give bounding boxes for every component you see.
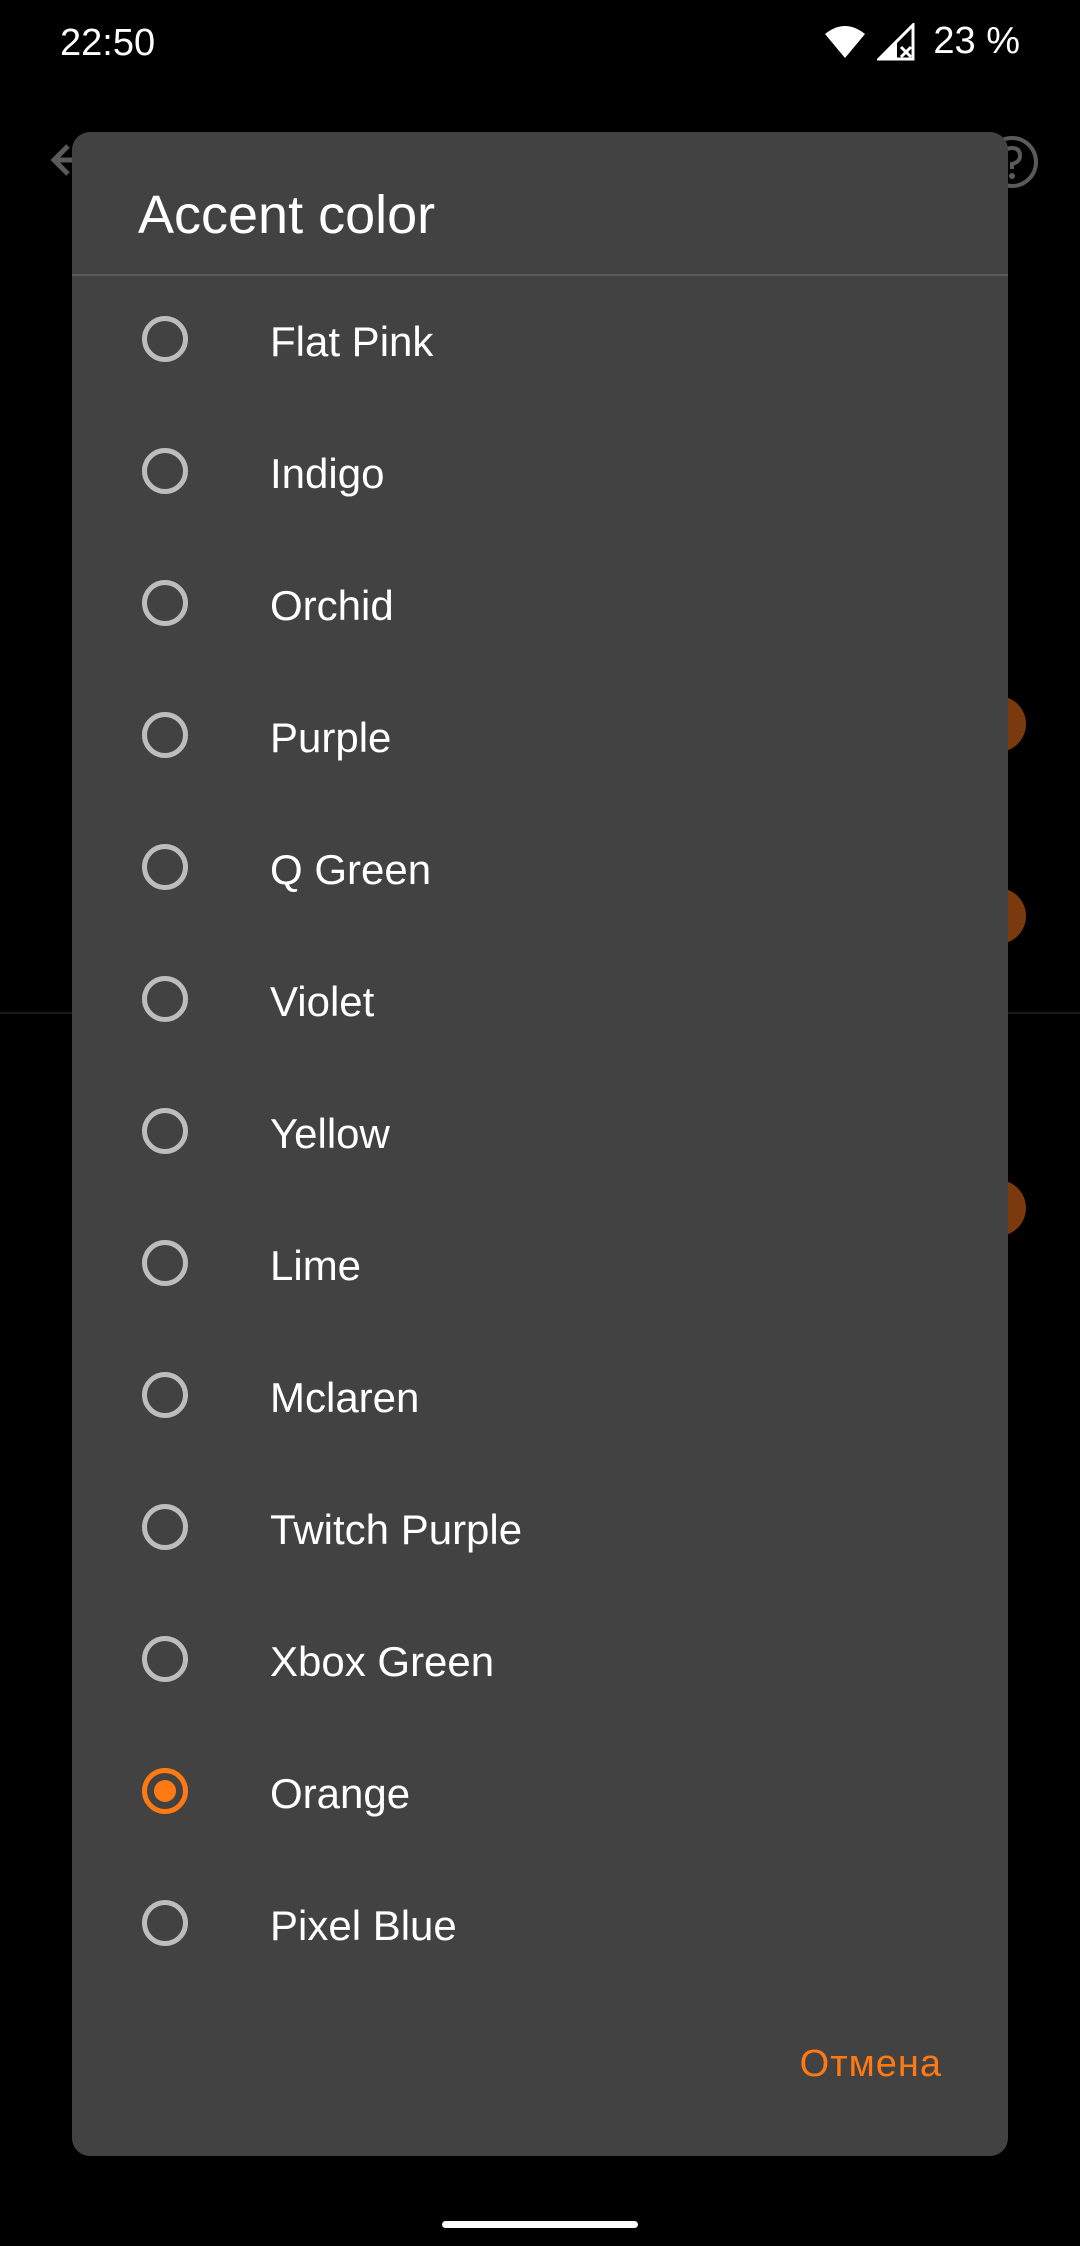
accent-option[interactable]: Indigo [72, 408, 1008, 540]
option-label: Yellow [270, 1110, 390, 1157]
radio-unchecked-icon[interactable] [142, 976, 188, 1022]
accent-option[interactable]: Twitch Purple [72, 1464, 1008, 1596]
accent-option[interactable]: Mclaren [72, 1332, 1008, 1464]
accent-option[interactable]: Purple [72, 672, 1008, 804]
accent-color-dialog: Accent color Flat Pink Indigo Orchid Purple… [72, 132, 1008, 2156]
accent-option[interactable]: Lime [72, 1200, 1008, 1332]
option-label: Flat Pink [270, 318, 434, 365]
radio-unchecked-icon[interactable] [142, 844, 188, 890]
radio-unchecked-icon[interactable] [142, 1372, 188, 1418]
option-label: Purple [270, 714, 392, 761]
status-bar: 22:50 23 % [0, 0, 1080, 90]
option-label: Mclaren [270, 1374, 420, 1421]
radio-unchecked-icon[interactable] [142, 1900, 188, 1946]
status-icons: 23 % [823, 20, 1020, 63]
accent-option[interactable]: Violet [72, 936, 1008, 1068]
option-label: Xbox Green [270, 1638, 495, 1685]
option-label: Lime [270, 1242, 362, 1289]
dialog-title: Accent color [138, 185, 436, 245]
option-label: Indigo [270, 450, 385, 497]
accent-option[interactable]: Pixel Blue [72, 1860, 1008, 1992]
battery-text: 23 % [933, 20, 1020, 62]
accent-option[interactable]: Flat Pink [72, 276, 1008, 408]
option-label: Orchid [270, 582, 394, 629]
accent-option[interactable]: Xbox Green [72, 1596, 1008, 1728]
option-label: Pixel Blue [270, 1902, 457, 1949]
options-list: Flat Pink Indigo Orchid Purple Q Green Violet… [72, 276, 1008, 1992]
navigation-handle[interactable] [442, 2221, 638, 2228]
option-label: Orange [270, 1770, 411, 1817]
radio-unchecked-icon[interactable] [142, 1504, 188, 1550]
accent-option[interactable]: Orange [72, 1728, 1008, 1860]
radio-unchecked-icon[interactable] [142, 1636, 188, 1682]
wifi-icon [823, 24, 867, 60]
accent-option[interactable]: Orchid [72, 540, 1008, 672]
option-label: Q Green [270, 846, 432, 893]
option-label: Twitch Purple [270, 1506, 523, 1553]
accent-option[interactable]: Q Green [72, 804, 1008, 936]
radio-unchecked-icon[interactable] [142, 1108, 188, 1154]
radio-unchecked-icon[interactable] [142, 316, 188, 362]
option-label: Violet [270, 978, 375, 1025]
cancel-button[interactable]: Отмена [800, 2033, 942, 2096]
radio-checked-icon[interactable] [142, 1768, 188, 1814]
accent-option[interactable]: Yellow [72, 1068, 1008, 1200]
radio-unchecked-icon[interactable] [142, 712, 188, 758]
radio-unchecked-icon[interactable] [142, 1240, 188, 1286]
radio-unchecked-icon[interactable] [142, 580, 188, 626]
radio-unchecked-icon[interactable] [142, 448, 188, 494]
signal-icon [877, 22, 915, 61]
status-time: 22:50 [60, 22, 156, 64]
